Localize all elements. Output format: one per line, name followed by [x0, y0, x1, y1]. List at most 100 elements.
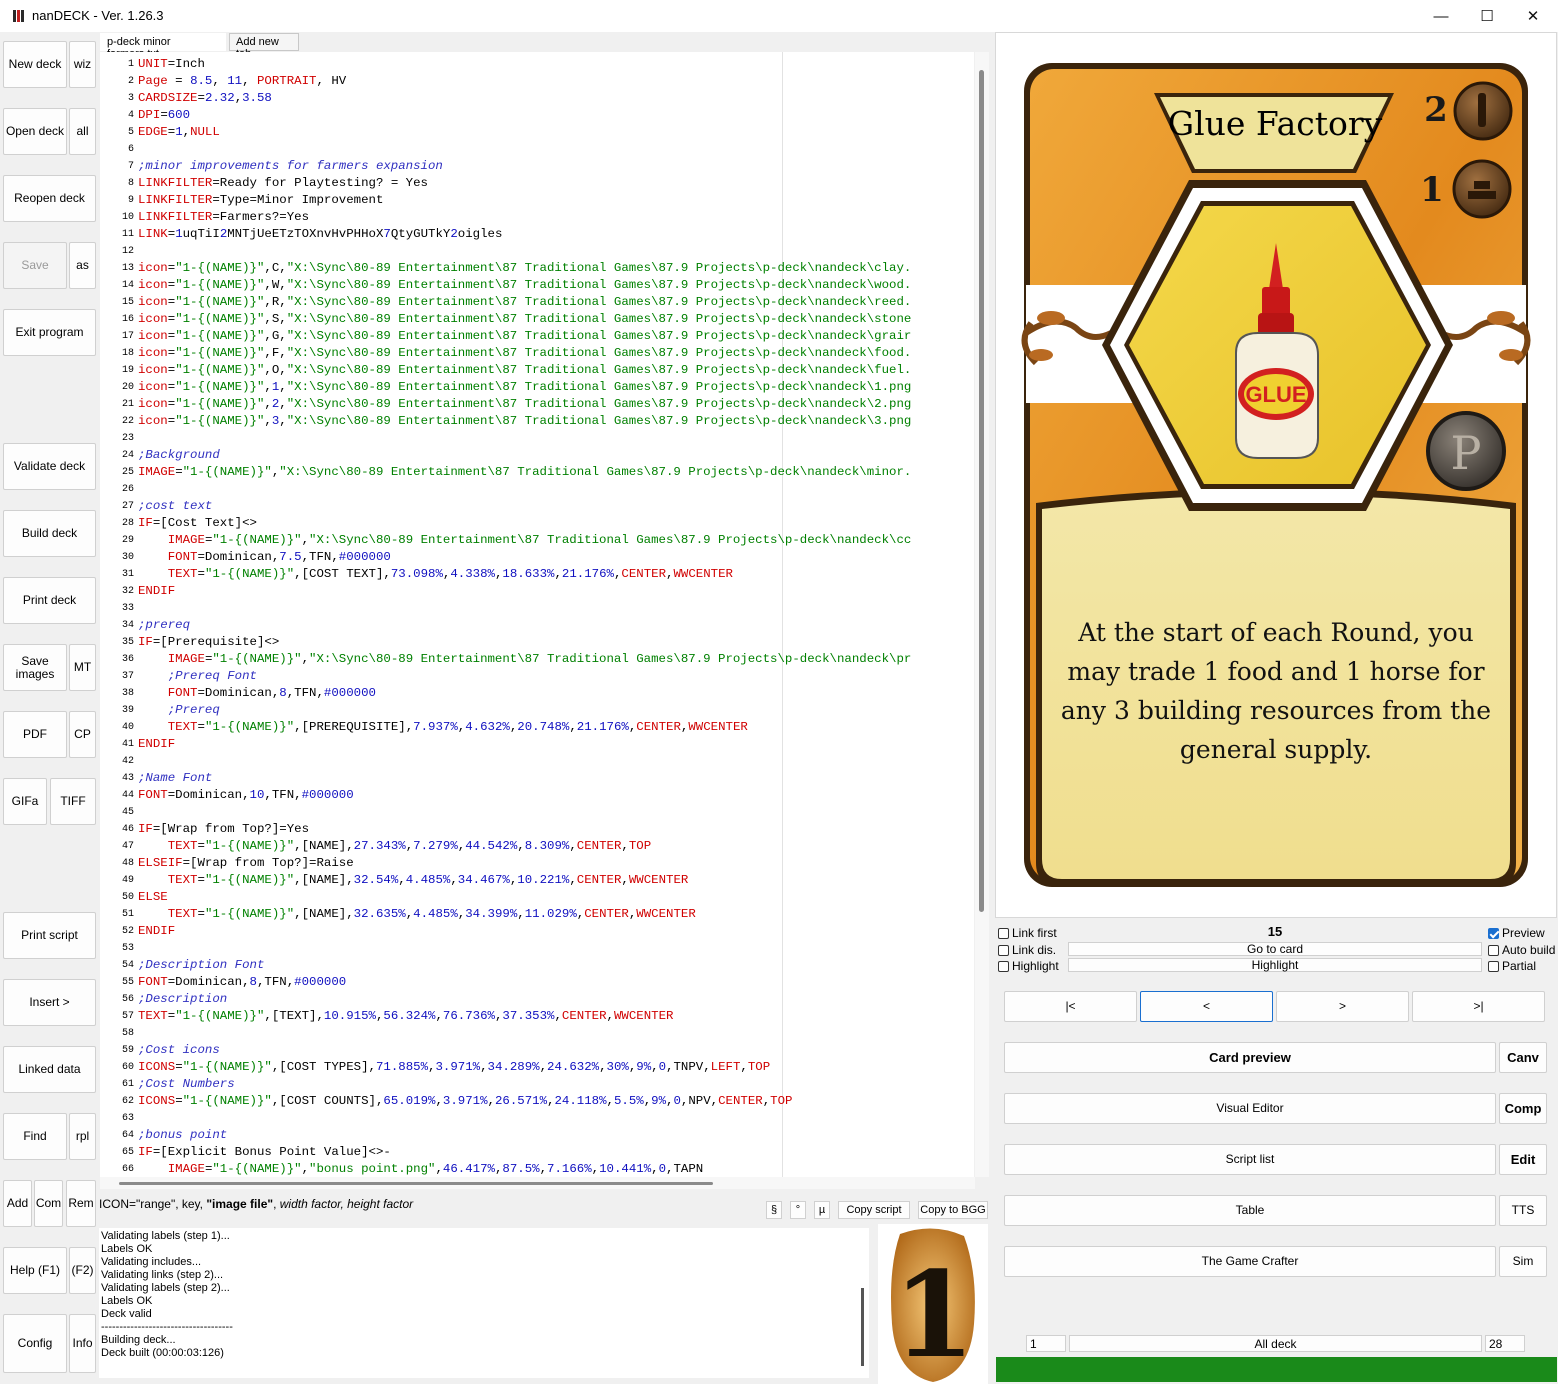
exit-program-button[interactable]: Exit program — [3, 309, 96, 356]
code-line[interactable]: 32 ENDIF — [100, 583, 974, 600]
previous-card-button[interactable]: < — [1140, 991, 1273, 1022]
micro-symbol-button[interactable]: µ — [814, 1201, 830, 1219]
code-line[interactable]: 19 icon="1-{(NAME)}",O,"X:\Sync\80-89 Ent… — [100, 362, 974, 379]
validate-deck-button[interactable]: Validate deck — [3, 443, 96, 490]
script-list-button[interactable]: Script list — [1004, 1144, 1496, 1175]
print-deck-button[interactable]: Print deck — [3, 577, 96, 624]
range-to-field[interactable]: 28 — [1485, 1335, 1525, 1352]
save-button[interactable]: Save — [3, 242, 67, 289]
code-line[interactable]: 57 TEXT="1-{(NAME)}",[TEXT],10.915%,56.32… — [100, 1008, 974, 1025]
code-line[interactable]: 22 icon="1-{(NAME)}",3,"X:\Sync\80-89 Ent… — [100, 413, 974, 430]
preview-checkbox[interactable]: Preview — [1488, 926, 1545, 940]
code-line[interactable]: 8 LINKFILTER=Ready for Playtesting? = Yes — [100, 175, 974, 192]
code-line[interactable]: 26 — [100, 481, 974, 498]
copy-to-bgg-button[interactable]: Copy to BGG — [918, 1201, 988, 1219]
code-line[interactable]: 28 IF=[Cost Text]<> — [100, 515, 974, 532]
game-crafter-button[interactable]: The Game Crafter — [1004, 1246, 1496, 1277]
partial-checkbox[interactable]: Partial — [1488, 959, 1536, 973]
info-button[interactable]: Info — [69, 1314, 96, 1373]
remove-button[interactable]: Rem — [66, 1180, 96, 1227]
linked-data-button[interactable]: Linked data — [3, 1046, 96, 1093]
code-line[interactable]: 12 — [100, 243, 974, 260]
code-line[interactable]: 42 — [100, 753, 974, 770]
code-line[interactable]: 18 icon="1-{(NAME)}",F,"X:\Sync\80-89 Ent… — [100, 345, 974, 362]
cp-button[interactable]: CP — [69, 711, 96, 758]
highlight-field[interactable]: Highlight — [1068, 958, 1482, 972]
add-button[interactable]: Add — [3, 1180, 32, 1227]
script-editor[interactable]: 1 UNIT=Inch 2 Page = 8.5, 11, PORTRAIT, HV 3… — [100, 52, 974, 1177]
code-line[interactable]: 7 ;minor improvements for farmers expansi… — [100, 158, 974, 175]
minimize-button[interactable]: — — [1418, 0, 1464, 32]
checkbox-box[interactable] — [1488, 944, 1499, 956]
edit-button[interactable]: Edit — [1499, 1144, 1547, 1175]
config-button[interactable]: Config — [3, 1314, 67, 1373]
code-line[interactable]: 37 ;Prereq Font — [100, 668, 974, 685]
code-line[interactable]: 38 FONT=Dominican,8,TFN,#000000 — [100, 685, 974, 702]
code-line[interactable]: 65 IF=[Explicit Bonus Point Value]<>- — [100, 1144, 974, 1161]
code-line[interactable]: 40 TEXT="1-{(NAME)}",[PREREQUISITE],7.93… — [100, 719, 974, 736]
code-line[interactable]: 17 icon="1-{(NAME)}",G,"X:\Sync\80-89 Ent… — [100, 328, 974, 345]
code-line[interactable]: 60 ICONS="1-{(NAME)}",[COST TYPES],71.885… — [100, 1059, 974, 1076]
code-line[interactable]: 15 icon="1-{(NAME)}",R,"X:\Sync\80-89 Ent… — [100, 294, 974, 311]
reopen-deck-button[interactable]: Reopen deck — [3, 175, 96, 222]
checkbox-box[interactable] — [998, 927, 1009, 939]
code-line[interactable]: 29 IMAGE="1-{(NAME)}","X:\Sync\80-89 Ent… — [100, 532, 974, 549]
code-line[interactable]: 6 — [100, 141, 974, 158]
gifa-button[interactable]: GIFa — [3, 778, 47, 825]
editor-vertical-scrollbar[interactable] — [975, 52, 989, 1177]
code-line[interactable]: 21 icon="1-{(NAME)}",2,"X:\Sync\80-89 Ent… — [100, 396, 974, 413]
checkbox-box[interactable] — [998, 944, 1009, 956]
code-line[interactable]: 46 IF=[Wrap from Top?]=Yes — [100, 821, 974, 838]
code-line[interactable]: 9 LINKFILTER=Type=Minor Improvement — [100, 192, 974, 209]
code-line[interactable]: 50 ELSE — [100, 889, 974, 906]
code-line[interactable]: 58 — [100, 1025, 974, 1042]
scrollbar-thumb[interactable] — [119, 1182, 713, 1185]
comment-button[interactable]: Com — [34, 1180, 63, 1227]
insert-button[interactable]: Insert > — [3, 979, 96, 1026]
code-line[interactable]: 27 ;cost text — [100, 498, 974, 515]
replace-button[interactable]: rpl — [69, 1113, 96, 1160]
visual-editor-button[interactable]: Visual Editor — [1004, 1093, 1496, 1124]
code-line[interactable]: 63 — [100, 1110, 974, 1127]
log-scrollbar[interactable] — [861, 1288, 864, 1366]
code-line[interactable]: 44 FONT=Dominican,10,TFN,#000000 — [100, 787, 974, 804]
code-line[interactable]: 53 — [100, 940, 974, 957]
checkbox-box[interactable] — [1488, 960, 1499, 972]
sim-button[interactable]: Sim — [1499, 1246, 1547, 1277]
tab-script-file[interactable]: p-deck minor farmers.txt — [100, 33, 226, 60]
open-all-button[interactable]: all — [69, 108, 96, 155]
link-dis-checkbox[interactable]: Link dis. — [998, 943, 1056, 957]
code-line[interactable]: 61 ;Cost Numbers — [100, 1076, 974, 1093]
close-button[interactable]: ✕ — [1510, 0, 1556, 32]
code-line[interactable]: 31 TEXT="1-{(NAME)}",[COST TEXT],73.098%… — [100, 566, 974, 583]
code-line[interactable]: 43 ;Name Font — [100, 770, 974, 787]
table-button[interactable]: Table — [1004, 1195, 1496, 1226]
next-card-button[interactable]: > — [1276, 991, 1409, 1022]
go-to-card-button[interactable]: Go to card — [1068, 942, 1482, 956]
code-line[interactable]: 14 icon="1-{(NAME)}",W,"X:\Sync\80-89 Ent… — [100, 277, 974, 294]
code-line[interactable]: 34 ;prereq — [100, 617, 974, 634]
link-first-checkbox[interactable]: Link first — [998, 926, 1057, 940]
maximize-button[interactable]: ☐ — [1464, 0, 1510, 32]
auto-build-checkbox[interactable]: Auto build — [1488, 943, 1555, 957]
tab-add-new[interactable]: Add new tab — [229, 33, 299, 60]
scrollbar-thumb[interactable] — [979, 70, 984, 912]
checkbox-box[interactable] — [998, 960, 1009, 972]
code-line[interactable]: 48 ELSEIF=[Wrap from Top?]=Raise — [100, 855, 974, 872]
print-script-button[interactable]: Print script — [3, 912, 96, 959]
code-line[interactable]: 10 LINKFILTER=Farmers?=Yes — [100, 209, 974, 226]
code-line[interactable]: 33 — [100, 600, 974, 617]
mt-button[interactable]: MT — [69, 644, 96, 691]
tiff-button[interactable]: TIFF — [50, 778, 96, 825]
code-line[interactable]: 36 IMAGE="1-{(NAME)}","X:\Sync\80-89 Ent… — [100, 651, 974, 668]
code-line[interactable]: 56 ;Description — [100, 991, 974, 1008]
code-line[interactable]: 39 ;Prereq — [100, 702, 974, 719]
last-card-button[interactable]: >| — [1412, 991, 1545, 1022]
range-from-field[interactable]: 1 — [1026, 1335, 1066, 1352]
code-line[interactable]: 13 icon="1-{(NAME)}",C,"X:\Sync\80-89 Ent… — [100, 260, 974, 277]
section-symbol-button[interactable]: § — [766, 1201, 782, 1219]
code-line[interactable]: 23 — [100, 430, 974, 447]
pdf-button[interactable]: PDF — [3, 711, 67, 758]
code-line[interactable]: 20 icon="1-{(NAME)}",1,"X:\Sync\80-89 Ent… — [100, 379, 974, 396]
help-button[interactable]: Help (F1) — [3, 1247, 67, 1294]
